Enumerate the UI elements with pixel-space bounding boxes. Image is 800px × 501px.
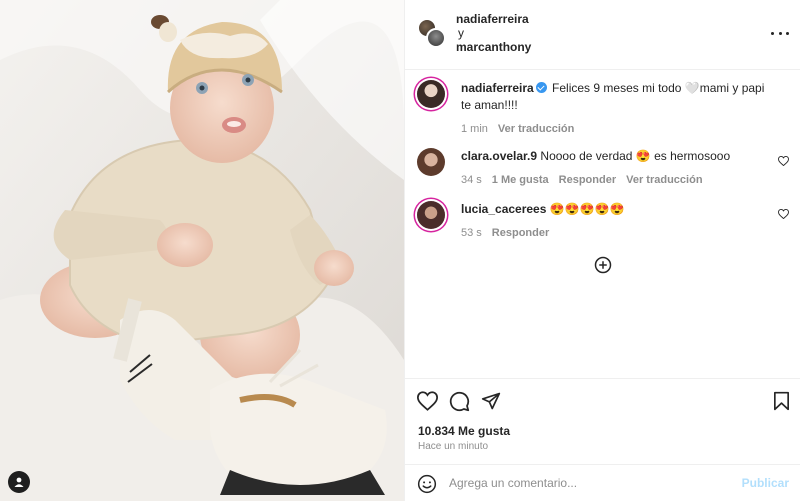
load-more-comments-icon[interactable] [594,256,612,274]
caption-time: 1 min [461,123,488,135]
heart-icon[interactable] [417,391,438,411]
comment-likes[interactable]: 1 Me gusta [492,172,549,189]
caption-meta: 1 min Ver traducción [461,121,777,138]
comment-time: 34 s [461,174,482,186]
comment-text: Noooo de verdad 😍 es hermosooo [540,149,731,163]
heart-icon[interactable] [778,209,789,219]
post-side-panel: nadiaferreira y marcanthony nadiaferreir… [404,0,800,501]
reply-button[interactable]: Responder [492,225,549,242]
add-comment-bar: Publicar [405,464,800,501]
comment-meta: 53 s Responder [461,225,777,242]
reply-button[interactable]: Responder [559,172,616,189]
comment-text: 😍😍😍😍😍 [549,202,625,216]
verified-badge-icon [535,82,547,93]
collab-username[interactable]: marcanthony [456,40,531,54]
post-comment-button[interactable]: Publicar [742,476,789,490]
author-username[interactable]: nadiaferreira [456,12,529,26]
see-translation-button[interactable]: Ver traducción [626,172,702,189]
caption-username[interactable]: nadiaferreira [461,81,534,95]
post-header: nadiaferreira y marcanthony [405,0,800,70]
avatar[interactable] [426,28,446,48]
user-icon [14,477,24,487]
baby-photo-illustration [0,0,404,501]
likes-count[interactable]: 10.834 Me gusta [418,424,510,438]
post-timestamp: Hace un minuto [418,441,489,452]
see-translation-button[interactable]: Ver traducción [498,121,574,138]
post-actions: 10.834 Me gusta Hace un minuto [405,378,800,464]
collab-avatars[interactable] [417,18,447,50]
tagged-users-button[interactable] [8,471,30,493]
comment-meta: 34 s 1 Me gusta Responder Ver traducción [461,172,777,189]
collab-conjunction: y [458,26,464,40]
avatar[interactable] [417,148,445,176]
emoji-icon[interactable] [417,474,437,494]
comment-input[interactable] [449,473,729,493]
comment-time: 53 s [461,227,482,239]
avatar[interactable] [417,80,445,108]
avatar[interactable] [417,201,445,229]
collab-usernames: nadiaferreira y marcanthony [456,12,531,54]
more-options-button[interactable] [771,26,789,40]
heart-icon[interactable] [778,156,789,166]
send-icon[interactable] [481,391,501,411]
post-photo[interactable] [0,0,404,501]
instagram-post: nadiaferreira y marcanthony nadiaferreir… [0,0,800,501]
comment-username[interactable]: clara.ovelar.9 [461,149,537,163]
more-horizontal-icon [771,31,774,35]
comment-username[interactable]: lucia_cacerees [461,202,546,216]
comment-icon[interactable] [449,391,470,412]
comments-section: nadiaferreira Felices 9 meses mi todo 🤍m… [405,70,800,378]
bookmark-icon[interactable] [773,391,790,411]
